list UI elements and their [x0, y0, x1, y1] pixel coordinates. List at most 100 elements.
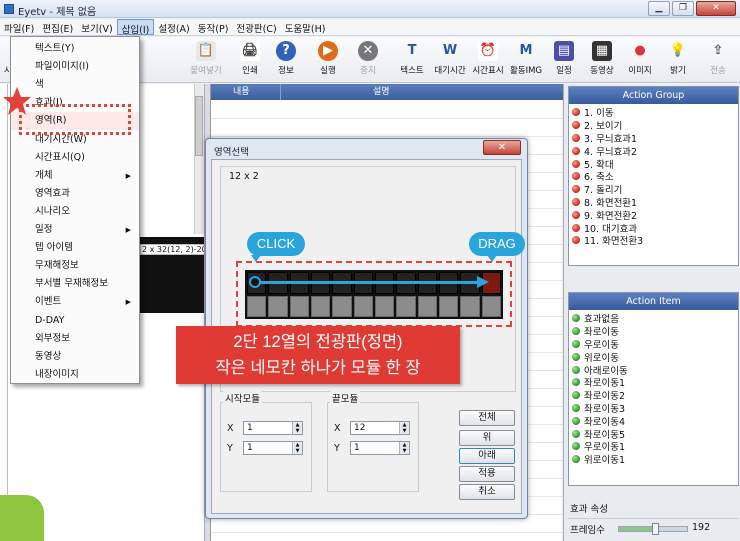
action-item-row[interactable]: 위로이동: [572, 350, 735, 364]
red-bullet-icon: [572, 172, 580, 181]
toolbar-button-4[interactable]: ? 정보: [268, 39, 304, 81]
action-item-row[interactable]: 좌로이동4: [572, 414, 735, 428]
toolbar-button-6[interactable]: ✕ 중지: [350, 39, 386, 81]
action-group-item[interactable]: 11. 화면전환3: [572, 234, 735, 247]
action-group-item[interactable]: 6. 축소: [572, 170, 735, 183]
action-group-item[interactable]: 3. 무늬효과1: [572, 132, 735, 145]
caption-line-2: 작은 네모칸 하나가 모듈 한 장: [215, 359, 421, 377]
insert-menu-item-label: D-DAY: [35, 314, 65, 326]
insert-menu-item[interactable]: 시나리오: [11, 203, 139, 221]
red-bullet-icon: [572, 236, 580, 245]
action-item-row[interactable]: 좌로이동5: [572, 427, 735, 441]
toolbar-button-13[interactable]: ● 이미지: [622, 39, 658, 81]
menu-signboard[interactable]: 전광판(C): [232, 19, 280, 35]
insert-menu-item[interactable]: D-DAY: [11, 312, 139, 330]
end-y-input[interactable]: 1 ▲ ▼: [350, 441, 410, 455]
action-group-item[interactable]: 2. 보이기: [572, 119, 735, 132]
toolbar-button-12[interactable]: ▦ 동영상: [584, 39, 620, 81]
insert-menu-item[interactable]: 영역효과: [11, 185, 139, 203]
menu-settings[interactable]: 설정(A): [154, 19, 193, 35]
select-all-button[interactable]: 전체: [459, 410, 515, 426]
insert-menu-item[interactable]: 개체 ▶: [11, 167, 139, 185]
toolbar-button-2[interactable]: 📋 붙여넣기: [188, 39, 224, 81]
insert-menu-item[interactable]: 외부정보: [11, 330, 139, 348]
toolbar-button-3[interactable]: 🖨 인쇄: [232, 39, 268, 81]
insert-menu-item[interactable]: 무재해정보: [11, 257, 139, 275]
action-group-item[interactable]: 1. 이동: [572, 106, 735, 119]
spin-arrows-icon[interactable]: ▲ ▼: [292, 442, 302, 454]
insert-menu-item[interactable]: 텝 아이템: [11, 239, 139, 257]
toolbar-button-8[interactable]: W 대기시간: [432, 39, 468, 81]
action-group-item[interactable]: 4. 무늬효과2: [572, 144, 735, 158]
action-item-row[interactable]: 우로이동1: [572, 440, 735, 453]
spin-arrows-icon[interactable]: ▲ ▼: [292, 422, 302, 434]
minimize-button[interactable]: ▁: [648, 1, 670, 16]
spin-arrows-icon[interactable]: ▲ ▼: [399, 422, 409, 434]
action-item-row[interactable]: 좌로이동2: [572, 389, 735, 402]
action-group-item[interactable]: 7. 돌리기: [572, 183, 735, 196]
toolbar-button-label: 텍스트: [400, 66, 424, 76]
menu-insert[interactable]: 삽입(I): [116, 19, 155, 36]
insert-menu-item-label: 시간표시(Q): [35, 151, 85, 163]
frame-slider[interactable]: [618, 523, 688, 535]
close-button[interactable]: ✕: [696, 1, 736, 16]
toolbar-button-label: 정보: [278, 66, 294, 76]
action-group-item[interactable]: 9. 화면전환2: [572, 208, 735, 222]
action-group-item[interactable]: 10. 대기효과: [572, 221, 735, 235]
toolbar-button-label: 이미지: [628, 66, 652, 76]
toolbar-button-5[interactable]: ▶ 실행: [310, 39, 346, 81]
preview-scrollbar[interactable]: [194, 84, 204, 234]
insert-menu-item[interactable]: 부서별 무재해정보: [11, 275, 139, 293]
scroll-thumb[interactable]: [195, 96, 203, 156]
toolbar-button-11[interactable]: ▤ 일정: [546, 39, 582, 81]
end-x-input[interactable]: 12 ▲ ▼: [350, 421, 410, 435]
menu-help[interactable]: 도움말(H): [281, 19, 330, 35]
action-item-panel: Action Item 효과없음 좌로이동 우로이동 위로이동 아래로이동 좌로이동1 좌로…: [568, 292, 739, 486]
cancel-button[interactable]: 취소: [459, 484, 515, 500]
menu-file[interactable]: 파일(F): [0, 19, 38, 35]
submenu-arrow-icon: ▶: [125, 171, 131, 180]
slider-knob[interactable]: [652, 523, 660, 535]
up-button[interactable]: 위: [459, 430, 515, 446]
toolbar-button-10[interactable]: M 활동IMG: [508, 39, 544, 81]
insert-menu-item[interactable]: 텍스트(Y): [11, 40, 139, 58]
col-description-header[interactable]: 설명: [281, 84, 563, 100]
down-button[interactable]: 아래: [459, 448, 515, 464]
toolbar-button-9[interactable]: ⏰ 시간표시: [470, 39, 506, 81]
apply-button[interactable]: 적용: [459, 466, 515, 482]
start-y-input[interactable]: 1 ▲ ▼: [243, 441, 303, 455]
action-group-item[interactable]: 8. 화면전환1: [572, 196, 735, 209]
insert-menu-item-label: 개체: [35, 169, 53, 181]
insert-menu-item[interactable]: 일정 ▶: [11, 221, 139, 239]
menu-view[interactable]: 보기(V): [77, 19, 116, 35]
insert-menu-item[interactable]: 파일이미지(I): [11, 58, 139, 76]
restore-button[interactable]: ❐: [672, 1, 694, 16]
toolbar-button-14[interactable]: 💡 밝기: [660, 39, 696, 81]
dialog-close-button[interactable]: ✕: [483, 140, 521, 155]
spin-arrows-icon[interactable]: ▲ ▼: [399, 442, 409, 454]
insert-menu-item[interactable]: 내장이미지: [11, 366, 139, 384]
toolbar-button-15[interactable]: ⇪ 전송: [700, 39, 736, 81]
action-group-item[interactable]: 5. 확대: [572, 157, 735, 171]
action-item-row[interactable]: 좌로이동3: [572, 402, 735, 415]
green-bullet-icon: [572, 403, 580, 412]
toolbar-button-7[interactable]: T 텍스트: [394, 39, 430, 81]
insert-menu-item-label: 외부정보: [35, 332, 70, 344]
green-bullet-icon: [572, 365, 580, 374]
m-icon: M: [519, 43, 533, 58]
start-x-input[interactable]: 1 ▲ ▼: [243, 421, 303, 435]
action-item-row[interactable]: 좌로이동: [572, 325, 735, 338]
action-item-row[interactable]: 아래로이동: [572, 363, 735, 377]
menu-action[interactable]: 동작(P): [194, 19, 233, 35]
insert-menu-item[interactable]: 동영상: [11, 348, 139, 366]
insert-menu-item[interactable]: 시간표시(Q): [11, 149, 139, 167]
col-content-header[interactable]: 내용: [211, 84, 281, 100]
menu-edit[interactable]: 편집(E): [38, 19, 77, 35]
action-item-row[interactable]: 위로이동1: [572, 453, 735, 466]
action-item-row[interactable]: 우로이동: [572, 338, 735, 351]
action-item-row[interactable]: 좌로이동1: [572, 376, 735, 389]
action-item-row[interactable]: 효과없음: [572, 312, 735, 325]
insert-menu-item[interactable]: 이벤트 ▶: [11, 293, 139, 311]
red-bullet-icon: [572, 146, 580, 155]
green-bullet-icon: [572, 327, 580, 336]
